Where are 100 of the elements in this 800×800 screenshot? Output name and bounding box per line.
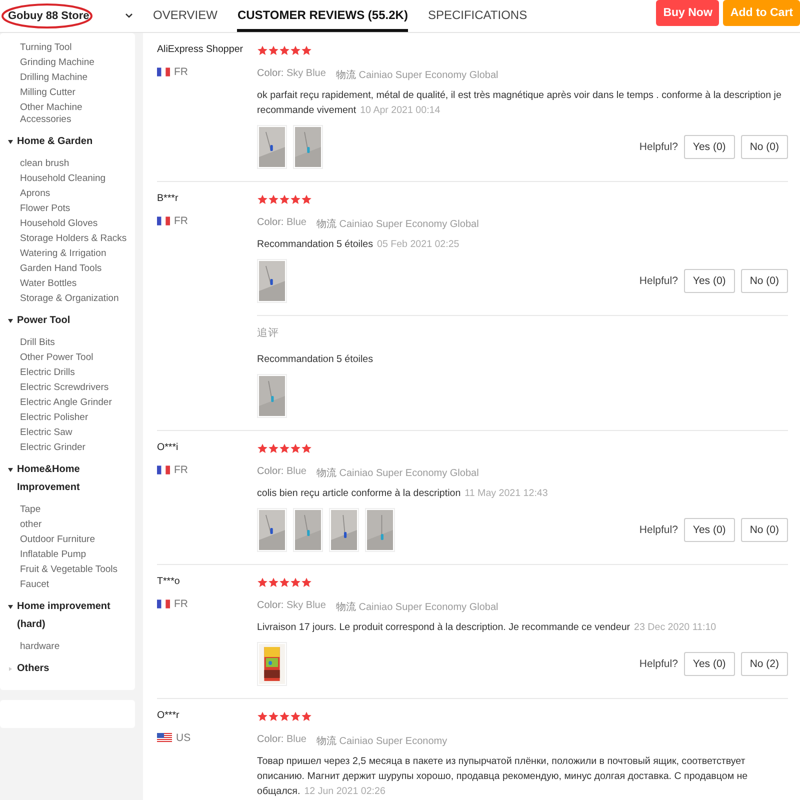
category-link[interactable]: Turning Tool	[8, 42, 131, 54]
reviewer-name: O***i	[157, 441, 180, 454]
category-heading[interactable]: Home improvement (hard)	[17, 598, 131, 634]
star-icon	[301, 443, 312, 454]
category-link[interactable]: Faucet	[8, 579, 131, 591]
category-link[interactable]: Outdoor Furniture	[8, 534, 131, 546]
reviewer-name: AliExpress Shopper	[157, 43, 244, 56]
helpful-label: Helpful?	[639, 141, 678, 153]
yes-button[interactable]: Yes (0)	[684, 518, 735, 542]
shipping-info: 物流 Cainiao Super Economy Global	[316, 218, 479, 231]
tab[interactable]: OVERVIEW	[153, 0, 218, 32]
star-icon	[290, 711, 301, 722]
star-icon	[279, 443, 290, 454]
category-link[interactable]: Household Cleaning	[8, 173, 131, 185]
category-link[interactable]: Electric Grinder	[8, 442, 131, 454]
category-link[interactable]: Aprons	[8, 188, 131, 200]
no-button[interactable]: No (0)	[740, 269, 788, 293]
shipping-info: 物流 Cainiao Super Economy Global	[336, 68, 498, 82]
star-icon	[279, 711, 290, 722]
category-link[interactable]: Other Power Tool	[8, 352, 131, 364]
flag-icon	[157, 733, 172, 743]
category-link[interactable]: Water Bottles	[8, 278, 131, 290]
category-link[interactable]: other	[8, 519, 131, 531]
no-button[interactable]: No (2)	[740, 652, 788, 676]
chevron-icon[interactable]	[125, 13, 133, 19]
flag-icon	[157, 465, 170, 475]
buy-now-button[interactable]: Buy Now	[656, 0, 720, 26]
review-text: Recommandation 5 étoiles	[257, 353, 374, 367]
category-link[interactable]: clean brush	[8, 158, 131, 170]
category-link[interactable]: Drill Bits	[8, 337, 131, 349]
category-link[interactable]: Electric Angle Grinder	[8, 397, 131, 409]
category-link[interactable]: Electric Saw	[8, 427, 131, 439]
category-heading[interactable]: Home&Home Improvement	[17, 461, 131, 497]
review-text: Recommandation 5 étoiles 05 Feb 2021 02:25	[257, 238, 460, 252]
category-heading[interactable]: Others	[17, 660, 50, 678]
review-text: Товар пришел через 2,5 месяца в пакете из пупырчатой плёнки, положили в почтовый ящик, соответствует описанию. Магнит держит шурупы хорошо, продавца рекомендую, минус долгая доставка. С продавцом не общался. 12 Jun 2021 02:26	[257, 755, 749, 799]
star-icon	[279, 194, 290, 205]
color-info: Color: Blue	[257, 217, 306, 230]
reviewer-name: O***r	[157, 709, 180, 722]
category-link[interactable]: Fruit & Vegetable Tools	[8, 564, 131, 576]
flag-icon	[157, 599, 170, 609]
star-icon	[268, 577, 279, 588]
category-link[interactable]: Household Gloves	[8, 218, 131, 230]
color-info: Color: Blue	[257, 466, 306, 479]
category-heading[interactable]: Home & Garden	[17, 133, 93, 151]
star-icon	[301, 577, 312, 588]
category-link[interactable]: Electric Screwdrivers	[8, 382, 131, 394]
country-code: FR	[174, 215, 188, 227]
star-icon	[279, 45, 290, 56]
star-icon	[257, 577, 268, 588]
country-code: FR	[174, 598, 188, 610]
reviewer-name: T***o	[157, 575, 181, 588]
yes-button[interactable]: Yes (0)	[684, 269, 735, 293]
category-link[interactable]: Garden Hand Tools	[8, 263, 131, 275]
star-icon	[301, 194, 312, 205]
color-info: Color: Sky Blue	[257, 600, 326, 613]
reviewer-name: B***r	[157, 192, 180, 205]
shipping-info: 物流 Cainiao Super Economy Global	[336, 600, 498, 614]
category-link[interactable]: Other Machine Accessories	[8, 102, 131, 126]
category-link[interactable]: Storage & Organization	[8, 293, 131, 305]
no-button[interactable]: No (0)	[740, 518, 788, 542]
category-link[interactable]: hardware	[8, 641, 131, 653]
tab[interactable]: SPECIFICATIONS	[428, 0, 528, 32]
star-icon	[268, 194, 279, 205]
country-code: FR	[174, 464, 188, 476]
color-info: Color: Sky Blue	[257, 68, 326, 81]
country-code: FR	[174, 66, 188, 78]
followup-label: 追评	[257, 326, 280, 340]
star-icon	[290, 194, 301, 205]
star-icon	[290, 577, 301, 588]
star-icon	[257, 45, 268, 56]
category-link[interactable]: Tape	[8, 504, 131, 516]
review-text: Livraison 17 jours. Le produit correspond à la description. Je recommande ce vendeur 23 Dec 2020 11:10	[257, 621, 718, 635]
helpful-label: Helpful?	[639, 524, 678, 536]
yes-button[interactable]: Yes (0)	[684, 652, 735, 676]
category-link[interactable]: Inflatable Pump	[8, 549, 131, 561]
star-icon	[301, 711, 312, 722]
star-icon	[257, 711, 268, 722]
category-link[interactable]: Grinding Machine	[8, 57, 131, 69]
helpful-label: Helpful?	[639, 275, 678, 287]
category-link[interactable]: Storage Holders & Racks	[8, 233, 131, 245]
star-icon	[257, 194, 268, 205]
yes-button[interactable]: Yes (0)	[684, 135, 735, 159]
star-icon	[290, 45, 301, 56]
category-link[interactable]: Watering & Irrigation	[8, 248, 131, 260]
shipping-info: 物流 Cainiao Super Economy	[316, 734, 448, 748]
category-heading[interactable]: Power Tool	[17, 312, 70, 330]
no-button[interactable]: No (0)	[740, 135, 788, 159]
star-icon	[268, 443, 279, 454]
flag-icon	[157, 216, 170, 226]
helpful-label: Helpful?	[639, 658, 678, 670]
star-icon	[279, 577, 290, 588]
category-link[interactable]: Flower Pots	[8, 203, 131, 215]
star-icon	[301, 45, 312, 56]
category-link[interactable]: Drilling Machine	[8, 72, 131, 84]
country-code: US	[176, 732, 191, 744]
category-link[interactable]: Electric Drills	[8, 367, 131, 379]
category-link[interactable]: Milling Cutter	[8, 87, 131, 99]
shipping-info: 物流 Cainiao Super Economy Global	[316, 466, 479, 480]
category-link[interactable]: Electric Polisher	[8, 412, 131, 424]
